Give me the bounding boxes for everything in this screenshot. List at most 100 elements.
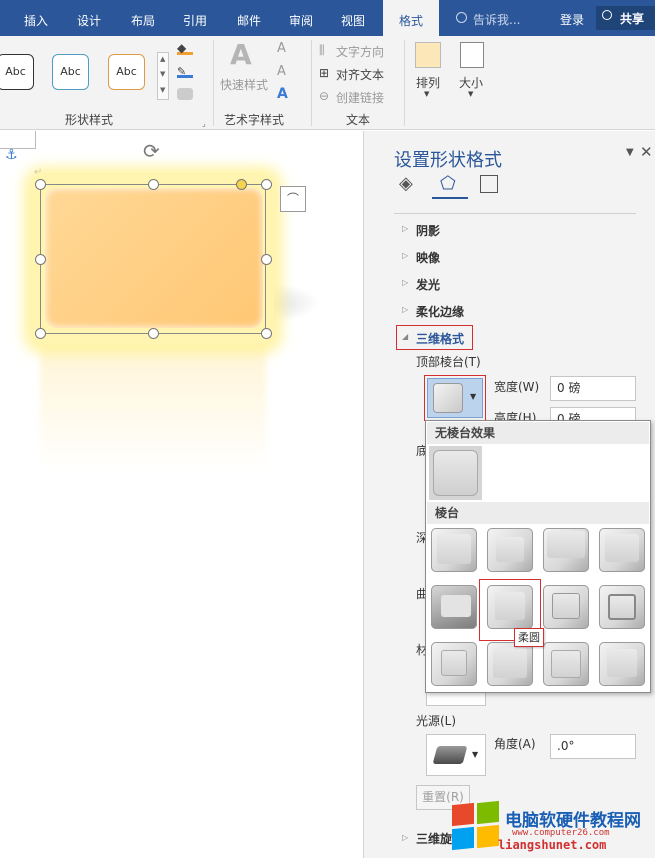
effects-icon[interactable]: ⬠ <box>440 173 456 194</box>
ribbon-divider <box>404 40 405 126</box>
resize-handle[interactable] <box>261 328 272 339</box>
bevel-riblet[interactable] <box>487 642 533 686</box>
create-link-button[interactable]: 创建链接 <box>336 89 384 106</box>
top-bevel-label: 顶部棱台(T) <box>416 355 481 369</box>
text-effects-icon[interactable]: A <box>277 86 288 102</box>
section-shadow[interactable]: 阴影 <box>416 222 440 239</box>
section-glow[interactable]: 发光 <box>416 276 440 293</box>
shape-styles-group-label: 形状样式 <box>65 113 114 127</box>
text-fill-icon[interactable]: A <box>277 41 286 56</box>
wordart-group-label: 艺术字样式 <box>224 113 285 127</box>
tell-me-search[interactable]: 告诉我... <box>473 11 520 28</box>
tab-review[interactable]: 审阅 <box>278 0 324 36</box>
quick-styles-button[interactable]: 快速样式 <box>220 76 268 93</box>
bevel-relaxed-inset[interactable] <box>487 528 533 572</box>
text-direction-icon: ⫼ <box>319 43 325 57</box>
share-button[interactable]: 共享 <box>596 6 655 30</box>
shape-style-blue[interactable]: Abc <box>52 54 89 90</box>
shape-fill-icon[interactable]: ◆ <box>177 41 193 55</box>
style-gallery-scroll[interactable]: ▲ ▼ ▼ <box>157 52 169 100</box>
tab-view[interactable]: 视图 <box>330 0 376 36</box>
resize-handle[interactable] <box>148 179 159 190</box>
align-text-button[interactable]: 对齐文本 <box>336 66 384 83</box>
chevron-down-icon: ▼ <box>468 90 474 98</box>
shape-reflection <box>40 341 266 471</box>
watermark-url: www.computer26.com <box>512 828 610 838</box>
share-label: 共享 <box>620 12 645 26</box>
lighting-picker[interactable]: ▼ <box>426 734 486 776</box>
no-bevel-swatch <box>433 450 478 496</box>
text-direction-button[interactable]: 文字方向 <box>336 43 384 60</box>
angle-label: 角度(A) <box>494 737 536 751</box>
person-icon <box>602 10 612 20</box>
section-3d-format[interactable]: 三维格式 <box>416 330 464 347</box>
size-properties-icon[interactable] <box>480 175 498 193</box>
bevel-convex[interactable] <box>543 585 589 629</box>
close-icon[interactable]: ✕ <box>640 143 653 161</box>
bevel-header: 棱台 <box>427 502 649 524</box>
resize-handle[interactable] <box>261 179 272 190</box>
windows-logo <box>452 800 500 852</box>
pane-divider <box>394 213 636 214</box>
size-icon <box>460 42 484 68</box>
bevel-cool-slant[interactable] <box>599 528 645 572</box>
rotate-handle-icon[interactable]: ⟳ <box>143 139 160 163</box>
ribbon-divider <box>213 40 214 126</box>
tab-design[interactable]: 设计 <box>66 0 112 36</box>
resize-handle[interactable] <box>35 254 46 265</box>
section-3d-rotation[interactable]: 三维旋 <box>416 830 452 847</box>
resize-handle[interactable] <box>261 254 272 265</box>
tab-mailings[interactable]: 邮件 <box>226 0 272 36</box>
pane-options-icon[interactable]: ▼ <box>626 147 634 158</box>
layout-options-icon[interactable]: ⌒ <box>280 186 306 212</box>
tab-layout[interactable]: 布局 <box>120 0 166 36</box>
chevron-right-icon: ▷ <box>402 224 409 233</box>
bevel-soft-round[interactable] <box>487 585 533 629</box>
tooltip: 柔圆 <box>514 628 544 647</box>
no-bevel-header: 无棱台效果 <box>427 422 649 444</box>
bevel-width-input[interactable]: 0 磅 <box>550 376 636 401</box>
anchor-icon: ⚓ <box>5 147 18 163</box>
ribbon-tab-bar: 插入 设计 布局 引用 邮件 审阅 视图 格式 告诉我... 登录 共享 <box>0 0 655 36</box>
adjust-handle[interactable] <box>236 179 247 190</box>
bevel-circle[interactable] <box>431 528 477 572</box>
bevel-art-deco[interactable] <box>599 642 645 686</box>
document-canvas: ⚓ ↵ ⟳ ⌒ <box>0 131 363 858</box>
shape-style-dark[interactable]: Abc <box>0 54 34 90</box>
bevel-hard-edge[interactable] <box>543 642 589 686</box>
lighting-preview <box>432 746 468 764</box>
shape-style-orange[interactable]: Abc <box>108 54 145 90</box>
arrange-button[interactable]: 排列 <box>416 74 440 91</box>
bevel-cross[interactable] <box>543 528 589 572</box>
arrange-icon <box>415 42 441 68</box>
chevron-down-icon: ▼ <box>472 750 479 759</box>
chevron-right-icon: ▷ <box>402 278 409 287</box>
shape-effects-icon[interactable] <box>177 88 193 100</box>
section-soft-edges[interactable]: 柔化边缘 <box>416 303 464 320</box>
bevel-slope[interactable] <box>599 585 645 629</box>
top-bevel-picker[interactable]: ▼ <box>427 378 483 418</box>
width-label: 宽度(W) <box>494 380 540 394</box>
resize-handle[interactable] <box>35 328 46 339</box>
lighting-label: 光源(L) <box>416 714 457 728</box>
bevel-divot[interactable] <box>431 642 477 686</box>
tab-references[interactable]: 引用 <box>172 0 218 36</box>
angle-input[interactable]: .0° <box>550 734 636 759</box>
no-bevel-option[interactable] <box>429 446 482 500</box>
text-outline-icon[interactable]: A <box>277 64 286 79</box>
dialog-launcher-icon[interactable]: ⌟ <box>202 119 206 128</box>
chevron-right-icon: ▷ <box>402 305 409 314</box>
lightbulb-icon <box>456 12 467 23</box>
resize-handle[interactable] <box>148 328 159 339</box>
login-button[interactable]: 登录 <box>560 11 584 28</box>
fill-line-icon[interactable]: ◈ <box>399 173 413 194</box>
tab-format[interactable]: 格式 <box>383 0 439 36</box>
resize-handle[interactable] <box>35 179 46 190</box>
shape-outline-icon[interactable]: ✎ <box>177 64 193 78</box>
ribbon-divider <box>311 40 312 126</box>
section-reflection[interactable]: 映像 <box>416 249 440 266</box>
bevel-angle[interactable] <box>431 585 477 629</box>
tab-insert[interactable]: 插入 <box>14 0 58 36</box>
text-group-label: 文本 <box>346 113 371 127</box>
size-button[interactable]: 大小 <box>459 74 483 91</box>
